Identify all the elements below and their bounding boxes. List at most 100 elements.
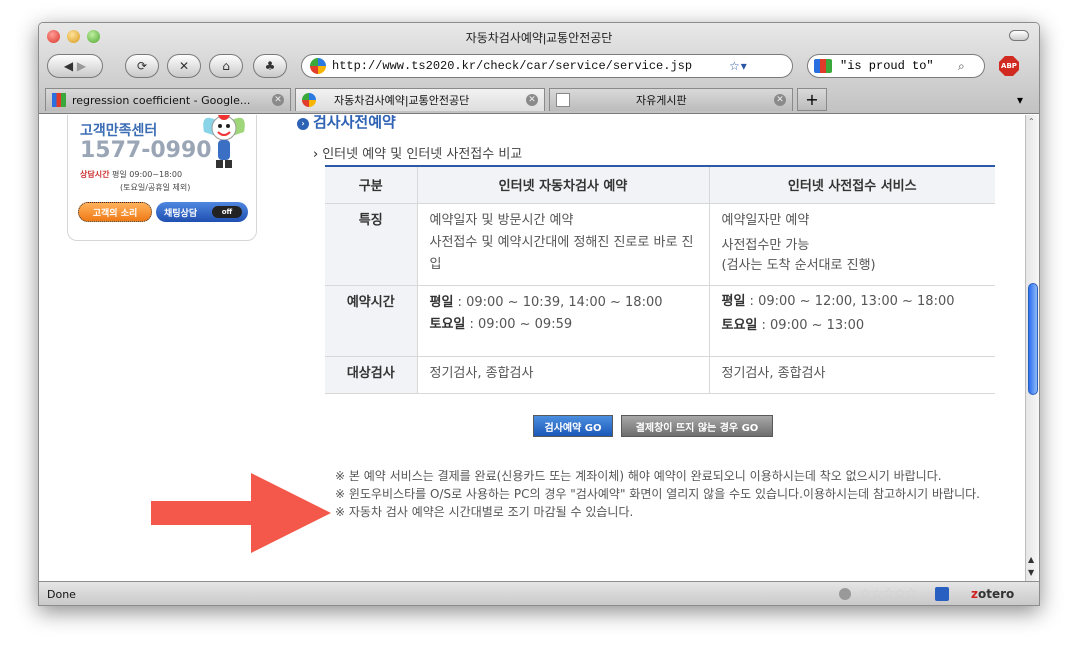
rating-dot-icon[interactable]	[839, 588, 851, 600]
close-tab-icon[interactable]: ✕	[526, 94, 538, 106]
new-tab-button[interactable]: +	[797, 88, 827, 111]
tab-label: regression coefficient - Google...	[72, 93, 251, 107]
tab-board[interactable]: 자유게시판 ✕	[549, 88, 793, 111]
toolbar-toggle-button[interactable]	[1009, 30, 1029, 41]
zotero-button[interactable]: zotero	[971, 587, 1014, 601]
zotero-save-icon[interactable]	[935, 587, 949, 601]
saturday-hours: : 09:00 ~ 13:00	[757, 317, 865, 333]
cell-text: (검사는 도착 순서대로 진행)	[721, 257, 876, 273]
note-item: 본 예약 서비스는 결제를 완료(신용카드 또는 계좌이체) 해야 예약이 완료…	[335, 467, 995, 485]
tab-list-icon[interactable]: ▾	[1017, 93, 1023, 107]
table-row: 예약시간 평일 : 09:00 ~ 10:39, 14:00 ~ 18:00 토…	[325, 285, 995, 357]
url-bar[interactable]: ☆▾	[301, 54, 793, 78]
scroll-down-icon[interactable]: ▼	[1028, 568, 1034, 577]
table-row: 대상검사 정기검사, 종합검사 정기검사, 종합검사	[325, 356, 995, 394]
holiday-note: (토요일/공휴일 제외)	[120, 183, 191, 192]
note-item: 윈도우비스타를 O/S로 사용하는 PC의 경우 "검사예약" 화면이 열리지 …	[335, 485, 995, 503]
table-header-row: 구분 인터넷 자동차검사 예약 인터넷 사전접수 서비스	[325, 166, 995, 204]
cell-text: 평일 : 09:00 ~ 12:00, 13:00 ~ 18:00	[722, 292, 990, 312]
customer-center-title: 고객만족센터	[80, 123, 158, 139]
plus-icon: +	[805, 90, 819, 109]
search-input[interactable]	[840, 59, 958, 73]
tab-label: 자동차검사예약|교통안전공단	[334, 94, 470, 107]
home-icon: ⌂	[222, 59, 230, 73]
cell-text: 예약일자 및 방문시간 예약	[429, 212, 574, 228]
cell-text: 평일 : 09:00 ~ 10:39, 14:00 ~ 18:00	[430, 292, 703, 314]
page-content: 고객만족센터 1577-0990 상담시간 평일 09:00~18:00 (토요…	[39, 115, 1025, 581]
table-cell: 평일 : 09:00 ~ 10:39, 14:00 ~ 18:00 토요일 : …	[416, 285, 709, 357]
reload-button[interactable]: ⟳	[125, 54, 159, 78]
stop-icon: ✕	[178, 59, 190, 73]
site-favicon-icon	[302, 93, 316, 107]
status-bar: Done ☆☆☆☆☆ zotero	[39, 581, 1039, 605]
home-button[interactable]: ⌂	[209, 54, 243, 78]
evernote-button[interactable]: ♣	[253, 54, 287, 78]
hours-label: 상담시간	[80, 170, 110, 179]
table-cell: 예약일자 및 방문시간 예약사전접수 및 예약시간대에 정해진 진로로 바로 진…	[416, 203, 709, 286]
hours-value: 평일 09:00~18:00	[112, 170, 183, 179]
row-header: 특징	[325, 203, 417, 286]
stop-button[interactable]: ✕	[167, 54, 201, 78]
customer-voice-button[interactable]: 고객의 소리	[78, 202, 152, 222]
row-header: 대상검사	[325, 356, 417, 394]
section-title: › 검사사전예약	[297, 115, 396, 132]
chat-status-badge: off	[212, 206, 242, 218]
reservation-go-button[interactable]: 검사예약 GO	[533, 415, 613, 437]
cell-text: 토요일 : 09:00 ~ 09:59	[430, 314, 703, 336]
tab-google[interactable]: regression coefficient - Google... ✕	[45, 88, 291, 111]
search-icon[interactable]: ⌕	[958, 59, 965, 74]
forward-arrow-icon[interactable]: ▶	[77, 59, 86, 73]
cell-text: 사전접수만 가능	[721, 237, 810, 253]
back-forward-buttons[interactable]: ◀ ▶	[47, 54, 103, 78]
adblock-plus-icon[interactable]: ABP	[999, 56, 1019, 76]
saturday-hours: : 09:00 ~ 09:59	[465, 316, 573, 332]
weekday-label: 평일	[721, 293, 746, 309]
table-cell: 정기검사, 종합검사	[708, 356, 995, 394]
google-favicon-icon	[52, 93, 66, 107]
table-cell: 평일 : 09:00 ~ 12:00, 13:00 ~ 18:00 토요일 : …	[708, 285, 995, 357]
table-cell: 정기검사, 종합검사	[416, 356, 709, 394]
status-text: Done	[47, 588, 76, 601]
row-header: 예약시간	[325, 285, 417, 357]
payment-fallback-go-button[interactable]: 결제창이 뜨지 않는 경우 GO	[621, 415, 773, 437]
notes-list: 본 예약 서비스는 결제를 완료(신용카드 또는 계좌이체) 해야 예약이 완료…	[335, 467, 995, 521]
table-header: 구분	[325, 166, 417, 204]
customer-center-box: 고객만족센터 1577-0990 상담시간 평일 09:00~18:00 (토요…	[67, 115, 257, 241]
browser-window: 자동차검사예약|교통안전공단 ◀ ▶ ⟳ ✕ ⌂ ♣ ☆▾ ⌕ ABP regr…	[38, 22, 1040, 606]
scrollbar-thumb[interactable]	[1028, 283, 1038, 395]
table-header: 인터넷 사전접수 서비스	[708, 166, 995, 204]
section-title-text: 검사사전예약	[313, 115, 396, 131]
tab-active[interactable]: 자동차검사예약|교통안전공단 ✕	[295, 88, 545, 111]
cell-text: 토요일 : 09:00 ~ 13:00	[722, 316, 990, 336]
tab-label: 자유게시판	[636, 94, 687, 107]
page-icon	[556, 93, 570, 107]
cell-text: 사전접수 및 예약시간대에 정해진 진로로 바로 진입	[429, 234, 694, 272]
close-tab-icon[interactable]: ✕	[774, 94, 786, 106]
evernote-icon: ♣	[264, 59, 276, 73]
bookmark-star-icon[interactable]: ☆▾	[729, 59, 748, 73]
chat-consult-button[interactable]: 채팅상담 off	[156, 202, 248, 222]
url-input[interactable]	[332, 59, 727, 73]
title-bar: 자동차검사예약|교통안전공단 ◀ ▶ ⟳ ✕ ⌂ ♣ ☆▾ ⌕ ABP regr…	[39, 23, 1039, 114]
saturday-label: 토요일	[721, 317, 758, 333]
rating-stars-icon[interactable]: ☆☆☆☆☆	[859, 586, 918, 602]
search-box[interactable]: ⌕	[807, 54, 985, 78]
reload-icon: ⟳	[136, 59, 148, 73]
note-item: 자동차 검사 예약은 시간대별로 조기 마감될 수 있습니다.	[335, 503, 995, 521]
table-row: 특징 예약일자 및 방문시간 예약사전접수 및 예약시간대에 정해진 진로로 바…	[325, 203, 995, 286]
table-header: 인터넷 자동차검사 예약	[416, 166, 709, 204]
back-arrow-icon[interactable]: ◀	[64, 59, 73, 73]
scroll-up-icon[interactable]: ▲	[1028, 555, 1034, 564]
chevron-right-icon: ›	[297, 118, 309, 130]
cell-text: 예약일자만 예약	[721, 212, 810, 228]
scroll-up-top-icon[interactable]: ⌃	[1028, 117, 1035, 126]
vertical-scrollbar[interactable]: ⌃ ▲ ▼	[1025, 115, 1039, 581]
tab-bar: regression coefficient - Google... ✕ 자동차…	[39, 85, 1039, 114]
weekday-label: 평일	[429, 294, 454, 310]
close-tab-icon[interactable]: ✕	[272, 94, 284, 106]
customer-center-phone: 1577-0990	[80, 138, 212, 163]
weekday-hours: : 09:00 ~ 10:39, 14:00 ~ 18:00	[453, 294, 663, 310]
google-icon[interactable]	[814, 59, 832, 73]
red-arrow-annotation	[151, 473, 331, 553]
comparison-subtitle: 인터넷 예약 및 인터넷 사전접수 비교	[313, 143, 522, 162]
